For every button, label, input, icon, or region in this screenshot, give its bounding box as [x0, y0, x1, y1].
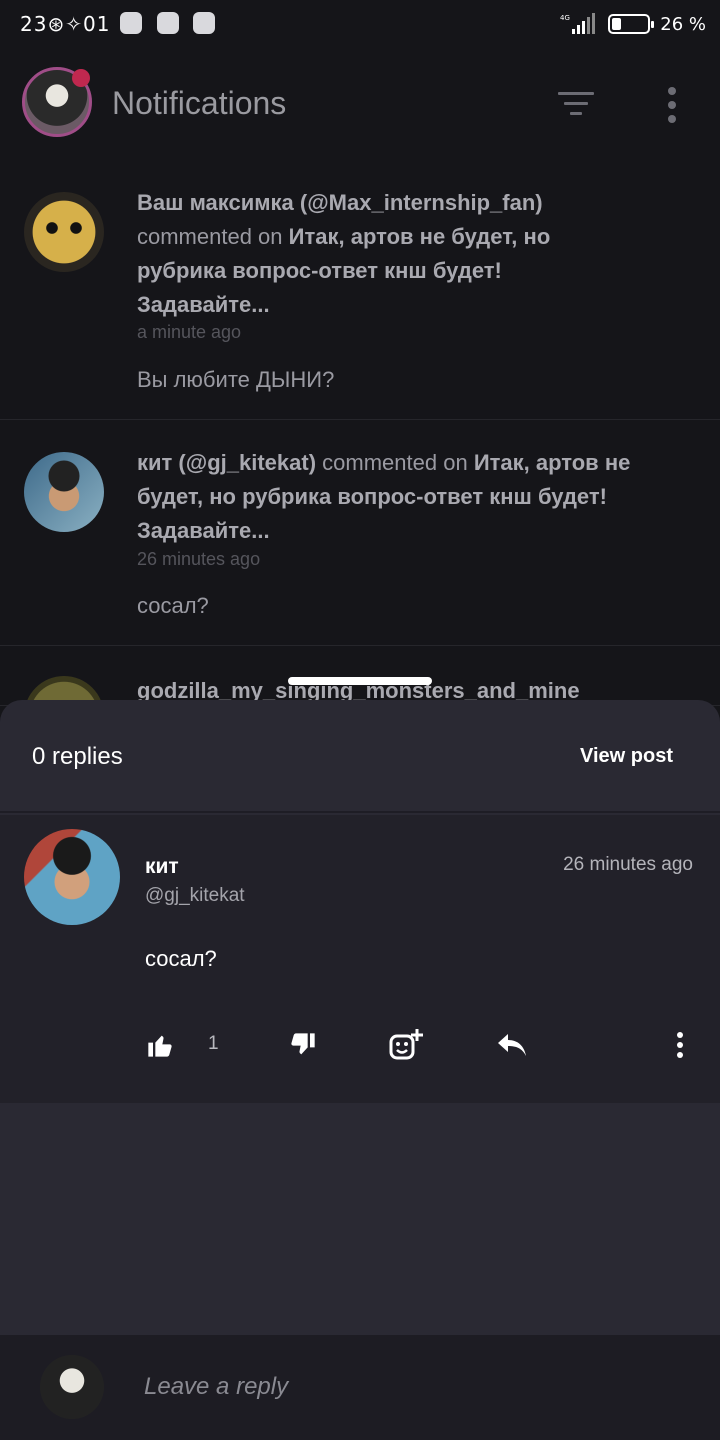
- comment-body: сосал?: [145, 946, 217, 971]
- notification-time: 26 minutes ago: [137, 549, 261, 569]
- avatar[interactable]: [24, 829, 120, 925]
- comment-author-handle[interactable]: @gj_kitekat: [145, 885, 245, 907]
- comment-time: 26 minutes ago: [563, 854, 693, 875]
- notification-text: Ваш максимка (@Max_internship_fan) comme…: [137, 186, 637, 322]
- thumbs-down-icon: [291, 1033, 315, 1055]
- avatar: [40, 1355, 104, 1419]
- reply-button[interactable]: [492, 1028, 532, 1062]
- battery-percent: 26 %: [660, 13, 706, 35]
- like-count: 1: [208, 1033, 219, 1054]
- notification-text: кит (@gj_kitekat) commented on Итак, арт…: [137, 446, 637, 548]
- notification-dot: [72, 69, 90, 87]
- svg-text:4G: 4G: [560, 14, 570, 22]
- notification-action: commented on: [137, 224, 283, 249]
- battery-icon: [608, 14, 655, 34]
- notification-comment: Вы любите ДЫНИ?: [137, 367, 335, 392]
- like-button[interactable]: [140, 1028, 180, 1062]
- more-vert-icon: [677, 1032, 683, 1058]
- notification-author[interactable]: Ваш максимка (@Max_internship_fan): [137, 190, 543, 215]
- notification-action: commented on: [322, 450, 468, 475]
- more-vert-icon[interactable]: [662, 85, 682, 125]
- notification-time: a minute ago: [137, 322, 242, 342]
- notification-item[interactable]: кит (@gj_kitekat) commented on Итак, арт…: [0, 420, 720, 646]
- chat-app-icon: [120, 12, 142, 34]
- status-bar: 23⊛✧01 4G 26 %: [0, 0, 720, 50]
- dislike-button[interactable]: [283, 1028, 323, 1062]
- reply-input[interactable]: [144, 1369, 664, 1405]
- view-post-button[interactable]: View post: [580, 745, 673, 768]
- notification-item[interactable]: Ваш максимка (@Max_internship_fan) comme…: [0, 170, 720, 420]
- signal-icon: 4G: [560, 13, 596, 34]
- comment-more-button[interactable]: [668, 1028, 692, 1062]
- replies-count: 0 replies: [32, 743, 123, 770]
- app-bar: Notifications: [0, 55, 720, 155]
- reply-icon: [498, 1034, 526, 1056]
- reply-bar: [0, 1335, 720, 1440]
- notification-author[interactable]: кит (@gj_kitekat): [137, 450, 316, 475]
- sheet-header: 0 replies View post: [0, 700, 720, 813]
- page-title: Notifications: [112, 85, 287, 121]
- thumbs-up-icon: [148, 1035, 172, 1057]
- avatar[interactable]: [24, 192, 104, 272]
- sheet-drag-handle[interactable]: [288, 677, 432, 685]
- avatar[interactable]: [24, 452, 104, 532]
- notification-comment: сосал?: [137, 593, 209, 618]
- add-emoji-icon: [389, 1029, 423, 1060]
- status-right: 4G 26 %: [558, 10, 706, 38]
- download-app-icon: [157, 12, 179, 34]
- notification-item[interactable]: godzilla_my_singing_monsters_and_mine: [0, 646, 720, 756]
- replies-sheet: 0 replies View post кит @gj_kitekat 26 m…: [0, 700, 720, 1440]
- add-reaction-button[interactable]: [384, 1028, 428, 1062]
- comment-card: кит @gj_kitekat 26 minutes ago сосал? 1: [0, 815, 720, 1103]
- status-time: 23⊛✧01: [20, 12, 111, 36]
- vpn-app-icon: [193, 12, 215, 34]
- comment-author-name[interactable]: кит: [145, 855, 179, 879]
- filter-icon[interactable]: [556, 89, 596, 119]
- comment-actions: 1: [0, 1020, 720, 1070]
